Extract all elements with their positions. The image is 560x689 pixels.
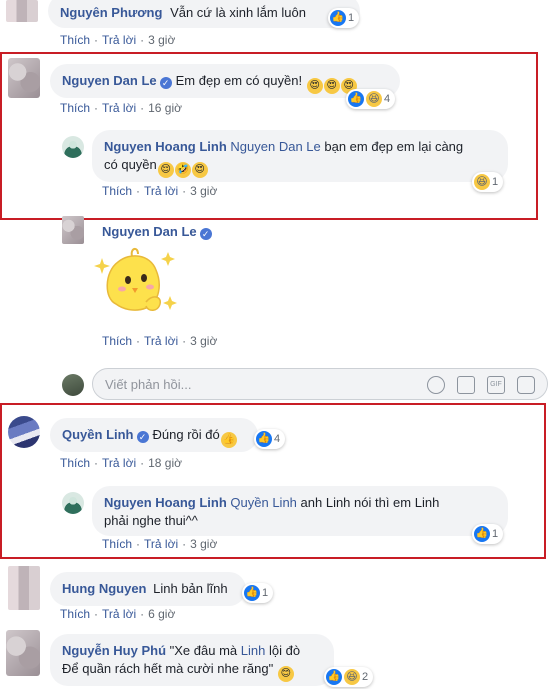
commenter-name[interactable]: Nguyen Dan Le [102,224,197,239]
like-button[interactable]: Thích [60,101,90,115]
like-icon: 👍 [474,526,490,542]
timestamp[interactable]: 18 giờ [148,456,182,470]
avatar[interactable] [8,416,40,448]
comment-actions: Thích · Trả lời · 3 giờ [102,334,218,348]
avatar[interactable] [8,58,40,98]
verified-badge-icon: ✓ [159,77,172,89]
emoji-icon[interactable] [427,376,445,394]
comment-text: Để quần rách hết mà cười nhe răng" [62,661,274,676]
comment-actions: Thích · Trả lời · 18 giờ [60,456,182,470]
timestamp[interactable]: 3 giờ [190,184,217,198]
reaction-count[interactable]: 👍 1 [242,583,274,603]
rofl-emoji-icon: 🤣 [174,162,191,178]
reply-placeholder: Viết phản hồi... [105,377,192,392]
commenter-name[interactable]: Quyền Linh [62,427,134,442]
comment-actions: Thích · Trả lời · 3 giờ [102,184,218,198]
comment-bubble: Nguyễn Huy Phú "Xe đâu mà Linh lội đò Để… [50,634,334,686]
like-button[interactable]: Thích [60,456,90,470]
like-button[interactable]: Thích [60,33,90,47]
commenter-name[interactable]: Nguyen Dan Le [62,73,157,88]
timestamp[interactable]: 3 giờ [148,33,175,47]
comment-text: anh Linh nói thì em Linh [300,495,440,510]
comment-text: phải nghe thui^^ [104,513,198,528]
timestamp[interactable]: 16 giờ [148,101,182,115]
reply-button[interactable]: Trả lời [144,184,178,198]
relieved-emoji-icon: 😌 [157,162,174,178]
haha-icon: 😆 [344,669,360,685]
comment-text: bạn em đẹp em lại càng [324,139,464,154]
reaction-count[interactable]: 👍 4 [254,429,286,449]
comment-text: Đúng rồi đó [152,427,220,442]
like-button[interactable]: Thích [102,334,132,348]
comment-actions: Thích · Trả lời · 16 giờ [60,101,182,115]
reaction-count[interactable]: 👍 😆 2 [324,667,374,687]
comment-text: "Xe đâu mà [169,643,238,658]
verified-badge-icon: ✓ [136,431,149,443]
like-icon: 👍 [244,585,260,601]
comment-text: có quyền [104,157,157,172]
smile-emoji-icon: 😊 [277,666,294,682]
reply-bubble: Nguyen Hoang Linh Nguyen Dan Le bạn em đ… [92,130,508,182]
avatar[interactable] [6,0,38,22]
commenter-name[interactable]: Hung Nguyen [62,581,147,596]
verified-badge-icon: ✓ [199,228,212,240]
chick-sticker[interactable] [94,244,180,324]
reaction-count[interactable]: 😆 1 [472,172,504,192]
reaction-count[interactable]: 👍 😆 4 [346,89,396,109]
avatar[interactable] [62,136,84,158]
avatar[interactable] [62,216,84,244]
haha-icon: 😆 [474,174,490,190]
comment-actions: Thích · Trả lời · 3 giờ [102,537,218,551]
mention-link[interactable]: Linh [241,643,266,658]
avatar[interactable] [6,630,40,676]
avatar[interactable] [8,566,40,610]
reply-button[interactable]: Trả lời [102,101,136,115]
avatar [62,374,84,396]
haha-icon: 😆 [366,91,382,107]
like-icon: 👍 [348,91,364,107]
like-button[interactable]: Thích [102,537,132,551]
timestamp[interactable]: 3 giờ [190,537,217,551]
reaction-count[interactable]: 👍 1 [328,8,360,28]
comment-text: Linh bản lĩnh [153,581,228,596]
commenter-name[interactable]: Nguyen Hoang Linh [104,139,227,154]
comment-text: lội đò [268,643,301,658]
comment-actions: Thích · Trả lời · 3 giờ [60,33,176,47]
reply-bubble: Nguyen Hoang Linh Quyền Linh anh Linh nó… [92,486,508,536]
reply-button[interactable]: Trả lời [144,537,178,551]
comment-bubble: Nguyên Phương Vẫn cứ là xinh lắm luôn [48,0,360,28]
commenter-name[interactable]: Nguyễn Huy Phú [62,643,166,658]
commenter-name[interactable]: Nguyen Hoang Linh [104,495,227,510]
comment-bubble: Hung Nguyen Linh bản lĩnh [50,572,246,606]
reply-button[interactable]: Trả lời [102,456,136,470]
heart-eyes-emoji-icon: 😍 [306,78,323,94]
reply-header: Nguyen Dan Le ✓ [102,224,216,240]
timestamp[interactable]: 6 giờ [148,607,175,621]
thumbs-up-emoji-icon: 👍 [220,432,237,448]
like-icon: 👍 [256,431,272,447]
like-icon: 👍 [330,10,346,26]
reply-input[interactable]: Viết phản hồi... GIF [92,368,548,400]
comment-actions: Thích · Trả lời · 6 giờ [60,607,176,621]
heart-eyes-emoji-icon: 😍 [323,78,340,94]
reply-button[interactable]: Trả lời [144,334,178,348]
like-button[interactable]: Thích [102,184,132,198]
sticker-icon[interactable] [517,376,535,394]
like-icon: 👍 [326,669,342,685]
comment-text: Em đẹp em có quyền! [175,73,303,88]
reply-button[interactable]: Trả lời [102,607,136,621]
comment-text: Vẫn cứ là xinh lắm luôn [170,5,306,20]
camera-icon[interactable] [457,376,475,394]
like-button[interactable]: Thích [60,607,90,621]
avatar[interactable] [62,492,84,514]
reply-button[interactable]: Trả lời [102,33,136,47]
commenter-name[interactable]: Nguyên Phương [60,5,162,20]
gif-icon[interactable]: GIF [487,376,505,394]
reaction-count[interactable]: 👍 1 [472,524,504,544]
mention-link[interactable]: Nguyen Dan Le [230,139,320,154]
heart-eyes-emoji-icon: 😍 [191,162,208,178]
comment-bubble: Quyền Linh ✓ Đúng rồi đó 👍 [50,418,258,452]
timestamp[interactable]: 3 giờ [190,334,217,348]
mention-link[interactable]: Quyền Linh [230,495,297,510]
